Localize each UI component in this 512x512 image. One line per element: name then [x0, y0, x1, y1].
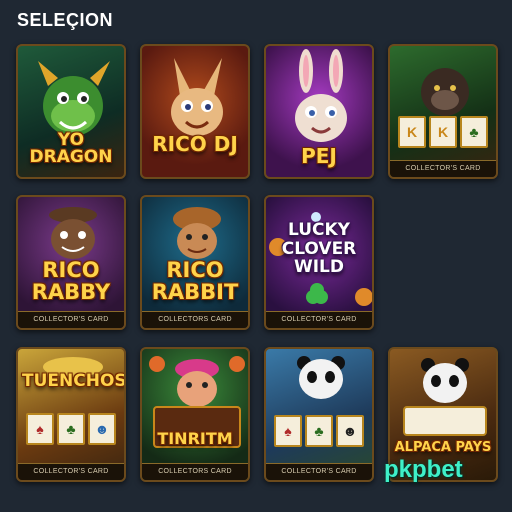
card-title: TINRITM — [157, 429, 233, 448]
game-card-pej[interactable]: PEJ — [264, 44, 374, 179]
card-footer: COLLECTOR'S CARD — [266, 463, 372, 480]
card-title: PEJ — [301, 144, 337, 168]
slot-reels: K K ♣ — [398, 116, 488, 148]
game-card-yo-dragon[interactable]: YO DRAGON — [16, 44, 126, 179]
card-title: RICO DJ — [152, 132, 238, 156]
game-card-tuenchos[interactable]: TUENCHOS ♠ ♣ ☻ COLLECTOR'S CARD — [16, 347, 126, 482]
card-title: YO DRAGON — [29, 130, 113, 167]
rabbit-dj-icon — [171, 58, 223, 136]
card-title: LUCKY CLOVER WILD — [281, 220, 357, 278]
game-card-rico-dj[interactable]: RICO DJ — [140, 44, 250, 179]
reel-symbol: ♠ — [274, 415, 302, 447]
card-footer: COLLECTOR'S CARD — [390, 160, 496, 177]
reel-symbol: ♣ — [305, 415, 333, 447]
slot-reels: ♠ ♣ ☻ — [26, 413, 116, 445]
slot-reels: ♠ ♣ ☻ — [274, 415, 364, 447]
reel-symbol: ☻ — [88, 413, 116, 445]
card-footer: COLLECTORS CARD — [142, 463, 248, 480]
reel-symbol: K — [398, 116, 426, 148]
card-title: RICO RABBY — [31, 258, 111, 305]
game-card-rico-rabby[interactable]: RICO RABBY COLLECTOR'S CARD — [16, 195, 126, 330]
page-title: SELEÇION — [17, 10, 114, 30]
reel-symbol: ♠ — [26, 413, 54, 445]
card-title: RICO RABBIT — [151, 258, 239, 305]
card-footer: COLLECTOR'S CARD — [18, 311, 124, 328]
game-card-tinritm[interactable]: TINRITM COLLECTORS CARD — [140, 347, 250, 482]
game-card-gorilla[interactable]: K K ♣ COLLECTOR'S CARD — [388, 44, 498, 179]
brand-watermark: pkpbet — [384, 456, 463, 483]
reel-symbol: ☻ — [336, 415, 364, 447]
game-card-panda[interactable]: ♠ ♣ ☻ COLLECTOR'S CARD — [264, 347, 374, 482]
reel-symbol: ♣ — [460, 116, 488, 148]
card-title: ALPACA PAYS — [394, 440, 492, 455]
card-footer: COLLECTORS CARD — [142, 311, 248, 328]
card-title: TUENCHOS — [22, 371, 126, 391]
game-card-lucky-clover-wild[interactable]: LUCKY CLOVER WILD COLLECTOR'S CARD — [264, 195, 374, 330]
reel-symbol: ♣ — [57, 413, 85, 445]
card-footer: COLLECTOR'S CARD — [18, 463, 124, 480]
reel-symbol: K — [429, 116, 457, 148]
game-card-rico-rabbit[interactable]: RICO RABBIT COLLECTORS CARD — [140, 195, 250, 330]
card-footer: COLLECTOR'S CARD — [266, 311, 372, 328]
